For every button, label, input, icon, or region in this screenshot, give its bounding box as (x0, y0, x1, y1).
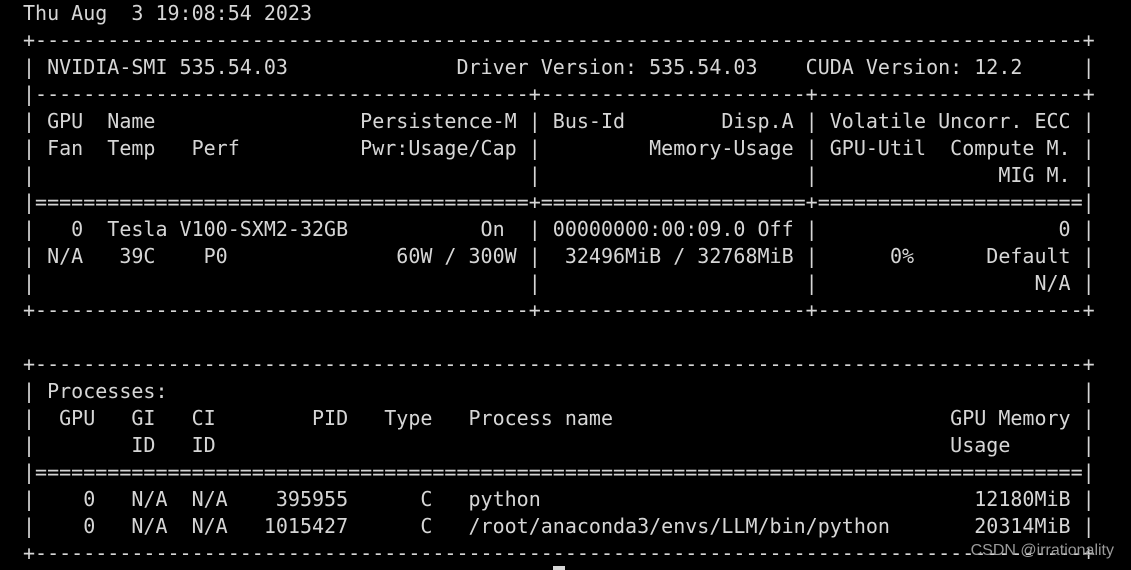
terminal-output: Thu Aug 3 19:08:54 2023 +----------------… (23, 0, 1095, 567)
border-line: +---------------------------------------… (23, 541, 1095, 565)
double-separator-line: |=======================================… (23, 460, 1095, 484)
separator-line: |---------------------------------------… (23, 82, 1095, 106)
gpu-header-line-1: | GPU Name Persistence-M | Bus-Id Disp.A… (23, 109, 1095, 133)
gpu-row-line-3: | | | N/A | (23, 271, 1095, 295)
timestamp-line: Thu Aug 3 19:08:54 2023 (23, 1, 312, 25)
border-line: +---------------------------------------… (23, 352, 1095, 376)
gpu-header-line-2: | Fan Temp Perf Pwr:Usage/Cap | Memory-U… (23, 136, 1095, 160)
double-separator-line: |=======================================… (23, 190, 1095, 214)
processes-title-line: | Processes: | (23, 379, 1095, 403)
terminal-cursor (553, 566, 565, 570)
process-row: | 0 N/A N/A 395955 C python 12180MiB | (23, 487, 1095, 511)
gpu-row-line-2: | N/A 39C P0 60W / 300W | 32496MiB / 327… (23, 244, 1095, 268)
gpu-header-line-3: | | | MIG M. | (23, 163, 1095, 187)
smi-version-line: | NVIDIA-SMI 535.54.03 Driver Version: 5… (23, 55, 1095, 79)
process-row: | 0 N/A N/A 1015427 C /root/anaconda3/en… (23, 514, 1095, 538)
processes-header-line-1: | GPU GI CI PID Type Process name GPU Me… (23, 406, 1095, 430)
border-line: +---------------------------------------… (23, 298, 1095, 322)
border-line: +---------------------------------------… (23, 28, 1095, 52)
processes-header-line-2: | ID ID Usage | (23, 433, 1095, 457)
gpu-row-line-1: | 0 Tesla V100-SXM2-32GB On | 00000000:0… (23, 217, 1095, 241)
watermark: CSDN @irrationality (970, 542, 1114, 559)
